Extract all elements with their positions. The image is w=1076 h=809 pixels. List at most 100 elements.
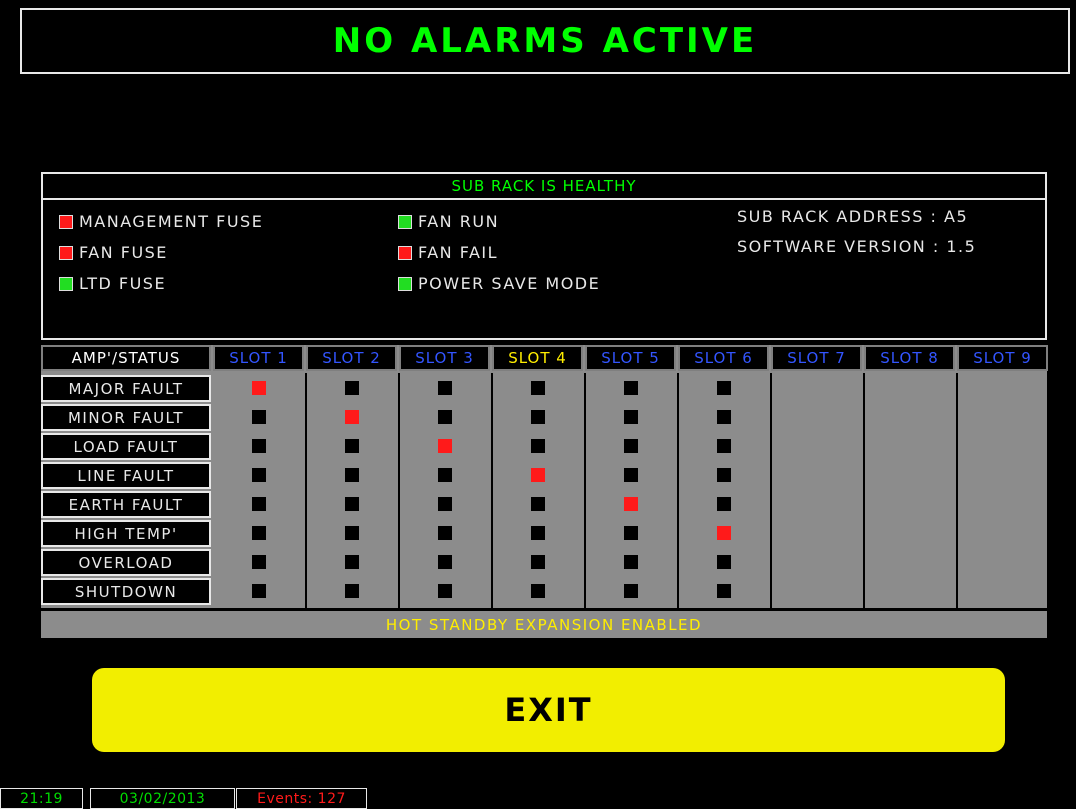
- column-divider: [863, 373, 865, 608]
- column-divider: [398, 373, 400, 608]
- fault-led: [251, 497, 266, 511]
- fault-led: [437, 526, 452, 540]
- fault-led: [344, 584, 359, 598]
- events-text: Events: 127: [257, 790, 346, 807]
- exit-button-label: EXIT: [504, 691, 593, 729]
- fault-led: [344, 439, 359, 453]
- fault-led: [344, 381, 359, 395]
- row-label-overload: OVERLOAD: [41, 549, 211, 576]
- row-label-major-fault: MAJOR FAULT: [41, 375, 211, 402]
- fault-led: [251, 410, 266, 424]
- column-divider: [956, 373, 958, 608]
- indicator-label: FAN RUN: [418, 212, 500, 231]
- hot-standby-text: HOT STANDBY EXPANSION ENABLED: [385, 615, 703, 634]
- led-icon: [59, 214, 73, 229]
- fault-led: [437, 410, 452, 424]
- fault-led: [530, 497, 545, 511]
- fault-led: [623, 526, 638, 540]
- fault-led: [251, 555, 266, 569]
- indicator-fan-fail: FAN FAIL: [398, 243, 498, 262]
- led-icon: [398, 214, 412, 229]
- fault-led: [716, 468, 731, 482]
- fault-led: [716, 584, 731, 598]
- fault-led: [530, 410, 545, 424]
- fault-led: [716, 439, 731, 453]
- fault-led: [530, 439, 545, 453]
- fault-led: [623, 468, 638, 482]
- indicator-label: LTD FUSE: [79, 274, 167, 293]
- indicator-power-save-mode: POWER SAVE MODE: [398, 274, 600, 293]
- row-label-earth-fault: EARTH FAULT: [41, 491, 211, 518]
- indicator-ltd-fuse: LTD FUSE: [59, 274, 166, 293]
- amp-status-grid: AMP'/STATUS SLOT 1 SLOT 2 SLOT 3 SLOT 4 SLOT…: [41, 345, 1048, 608]
- column-divider: [584, 373, 586, 608]
- fault-led: [437, 555, 452, 569]
- subrack-health-header: SUB RACK IS HEALTHY: [43, 174, 1045, 200]
- subrack-health-text: SUB RACK IS HEALTHY: [451, 177, 637, 195]
- fault-led: [530, 468, 545, 482]
- column-divider: [770, 373, 772, 608]
- row-label-load-fault: LOAD FAULT: [41, 433, 211, 460]
- fault-led: [716, 526, 731, 540]
- slot-header-6: SLOT 6: [678, 345, 769, 371]
- fault-led: [623, 410, 638, 424]
- led-icon: [398, 276, 412, 291]
- fault-led: [437, 497, 452, 511]
- exit-button[interactable]: EXIT: [92, 668, 1005, 752]
- slot-header-5: SLOT 5: [585, 345, 676, 371]
- row-label-shutdown: SHUTDOWN: [41, 578, 211, 605]
- led-icon: [59, 245, 73, 260]
- subrack-address: SUB RACK ADDRESS : A5: [737, 207, 969, 226]
- fault-led: [251, 468, 266, 482]
- fault-led: [530, 584, 545, 598]
- fault-led: [530, 555, 545, 569]
- slot-header-2: SLOT 2: [306, 345, 397, 371]
- status-events[interactable]: Events: 127: [236, 788, 367, 809]
- fault-led: [623, 584, 638, 598]
- time-text: 21:19: [20, 790, 63, 807]
- indicator-label: POWER SAVE MODE: [418, 274, 601, 293]
- fault-led: [437, 381, 452, 395]
- fault-led: [437, 468, 452, 482]
- fault-led: [437, 439, 452, 453]
- slot-header-8: SLOT 8: [864, 345, 955, 371]
- fault-led: [344, 410, 359, 424]
- fault-led: [530, 526, 545, 540]
- fault-led: [344, 526, 359, 540]
- slot-header-1: SLOT 1: [213, 345, 304, 371]
- indicator-label: MANAGEMENT FUSE: [79, 212, 264, 231]
- slot-header-4: SLOT 4: [492, 345, 583, 371]
- column-divider: [305, 373, 307, 608]
- fault-led: [716, 381, 731, 395]
- column-divider: [677, 373, 679, 608]
- status-time: 21:19: [0, 788, 83, 809]
- fault-led: [623, 381, 638, 395]
- fault-led: [716, 555, 731, 569]
- fault-led: [344, 497, 359, 511]
- hot-standby-bar: HOT STANDBY EXPANSION ENABLED: [41, 611, 1047, 638]
- fault-led: [623, 497, 638, 511]
- grid-corner-label: AMP'/STATUS: [71, 349, 181, 367]
- row-label-line-fault: LINE FAULT: [41, 462, 211, 489]
- fault-led: [251, 381, 266, 395]
- alarm-banner: NO ALARMS ACTIVE: [20, 8, 1070, 74]
- slot-header-3: SLOT 3: [399, 345, 490, 371]
- status-date: 03/02/2013: [90, 788, 235, 809]
- slot-header-9: SLOT 9: [957, 345, 1048, 371]
- fault-led: [716, 497, 731, 511]
- indicator-fan-run: FAN RUN: [398, 212, 499, 231]
- row-label-high-temp: HIGH TEMP': [41, 520, 211, 547]
- fault-led: [716, 410, 731, 424]
- grid-corner-header: AMP'/STATUS: [41, 345, 211, 371]
- row-label-minor-fault: MINOR FAULT: [41, 404, 211, 431]
- indicator-label: FAN FUSE: [79, 243, 168, 262]
- alarm-status-title: NO ALARMS ACTIVE: [332, 21, 758, 61]
- slot-header-7: SLOT 7: [771, 345, 862, 371]
- indicator-management-fuse: MANAGEMENT FUSE: [59, 212, 263, 231]
- led-icon: [59, 276, 73, 291]
- indicator-fan-fuse: FAN FUSE: [59, 243, 168, 262]
- indicator-label: FAN FAIL: [418, 243, 499, 262]
- fault-led: [344, 468, 359, 482]
- fault-led: [344, 555, 359, 569]
- led-icon: [398, 245, 412, 260]
